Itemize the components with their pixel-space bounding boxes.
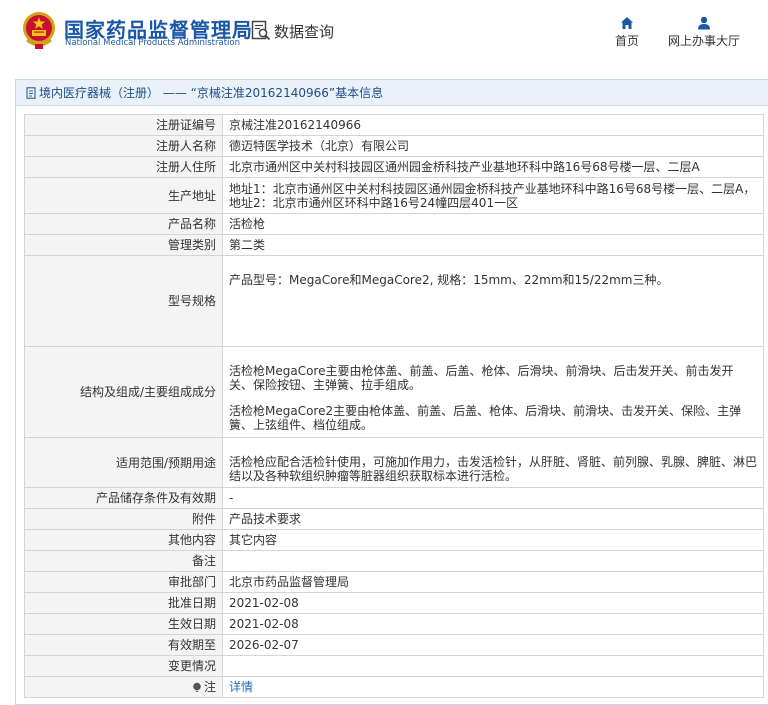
- table-row: 注册人住所 北京市通州区中关村科技园区通州园金桥科技产业基地环科中路16号68号…: [24, 156, 764, 178]
- breadcrumb: 境内医疗器械（注册） —— “京械注准20162140966”基本信息: [16, 80, 768, 106]
- field-value: 活检枪应配合活检针使用，可施加作用力，击发活检针，从肝脏、肾脏、前列腺、乳腺、脾…: [222, 437, 764, 488]
- table-row: 附件 产品技术要求: [24, 508, 764, 530]
- field-label: 审批部门: [24, 571, 223, 593]
- table-row: 有效期至 2026-02-07: [24, 634, 764, 656]
- field-label: 结构及组成/主要组成成分: [24, 346, 223, 438]
- field-value: 2021-02-08: [222, 613, 764, 635]
- field-label: 注册证编号: [24, 114, 223, 136]
- nav-home-label: 首页: [614, 34, 639, 48]
- structure-paragraph: 活检枪MegaCore2主要由枪体盖、前盖、后盖、枪体、后滑块、前滑块、击发开关…: [229, 404, 742, 432]
- table-row: 结构及组成/主要组成成分 活检枪MegaCore主要由枪体盖、前盖、后盖、枪体、…: [24, 346, 764, 438]
- field-label: 注册人住所: [24, 156, 223, 178]
- search-document-icon: [251, 20, 271, 41]
- field-label: 附件: [24, 508, 223, 530]
- field-label: 产品名称: [24, 213, 223, 235]
- table-row: 产品储存条件及有效期 -: [24, 487, 764, 509]
- field-label: 批准日期: [24, 592, 223, 614]
- field-label: 注: [24, 676, 223, 698]
- field-value: 第二类: [222, 234, 764, 256]
- field-label: 型号规格: [24, 255, 223, 347]
- table-row: 注 详情: [24, 676, 764, 698]
- field-value: -: [222, 487, 764, 509]
- table-row: 产品名称 活检枪: [24, 213, 764, 235]
- field-value: 京械注准20162140966: [222, 114, 764, 136]
- field-value: 北京市药品监督管理局: [222, 571, 764, 593]
- pin-icon: [193, 682, 201, 692]
- field-label: 注册人名称: [24, 135, 223, 157]
- table-row: 批准日期 2021-02-08: [24, 592, 764, 614]
- nav-online-hall[interactable]: 网上办事大厅: [664, 16, 744, 49]
- field-label: 有效期至: [24, 634, 223, 656]
- table-row: 注册证编号 京械注准20162140966: [24, 114, 764, 136]
- field-label: 管理类别: [24, 234, 223, 256]
- table-row: 注册人名称 德迈特医学技术（北京）有限公司: [24, 135, 764, 157]
- table-row: 型号规格 产品型号：MegaCore和MegaCore2, 规格：15mm、22…: [24, 255, 764, 347]
- table-row: 变更情况: [24, 655, 764, 677]
- field-value: 活检枪MegaCore主要由枪体盖、前盖、后盖、枪体、后滑块、前滑块、后击发开关…: [222, 346, 764, 438]
- data-query-link[interactable]: 数据查询: [251, 20, 334, 42]
- home-icon: [621, 17, 633, 29]
- field-label: 其他内容: [24, 529, 223, 551]
- field-value: [222, 655, 764, 677]
- breadcrumb-category[interactable]: 境内医疗器械（注册）: [39, 84, 159, 101]
- field-value: 地址1：北京市通州区中关村科技园区通州园金桥科技产业基地环科中路16号68号楼一…: [222, 177, 764, 214]
- field-label: 备注: [24, 550, 223, 572]
- field-value: [222, 550, 764, 572]
- field-value: 产品型号：MegaCore和MegaCore2, 规格：15mm、22mm和15…: [222, 255, 764, 347]
- site-subtitle: National Medical Products Administration: [65, 38, 240, 48]
- breadcrumb-title: “京械注准20162140966”基本信息: [190, 86, 384, 100]
- field-label: 生产地址: [24, 177, 223, 214]
- field-label: 适用范围/预期用途: [24, 437, 223, 488]
- field-value: 2026-02-07: [222, 634, 764, 656]
- national-emblem-icon: [23, 12, 55, 49]
- table-row: 审批部门 北京市药品监督管理局: [24, 571, 764, 593]
- table-row: 其他内容 其它内容: [24, 529, 764, 551]
- field-value: 德迈特医学技术（北京）有限公司: [222, 135, 764, 157]
- details-link[interactable]: 详情: [229, 680, 253, 694]
- document-icon: [26, 86, 36, 99]
- field-label: 产品储存条件及有效期: [24, 487, 223, 509]
- field-value: 产品技术要求: [222, 508, 764, 530]
- registration-info-table: 注册证编号 京械注准20162140966 注册人名称 德迈特医学技术（北京）有…: [24, 114, 764, 698]
- site-header: 国家药品监督管理局 National Medical Products Admi…: [0, 0, 768, 68]
- note-label: 注: [203, 680, 216, 694]
- data-query-label: 数据查询: [274, 22, 335, 41]
- nav-home[interactable]: 首页: [610, 16, 644, 49]
- field-value: 2021-02-08: [222, 592, 764, 614]
- field-label: 变更情况: [24, 655, 223, 677]
- user-icon: [698, 16, 710, 30]
- field-value: 详情: [222, 676, 764, 698]
- field-value: 活检枪: [222, 213, 764, 235]
- nav-online-hall-label: 网上办事大厅: [667, 34, 740, 48]
- table-row: 管理类别 第二类: [24, 234, 764, 256]
- table-row: 适用范围/预期用途 活检枪应配合活检针使用，可施加作用力，击发活检针，从肝脏、肾…: [24, 437, 764, 488]
- table-row: 生产地址 地址1：北京市通州区中关村科技园区通州园金桥科技产业基地环科中路16号…: [24, 177, 764, 214]
- field-value: 北京市通州区中关村科技园区通州园金桥科技产业基地环科中路16号68号楼一层、二层…: [222, 156, 764, 178]
- field-label: 生效日期: [24, 613, 223, 635]
- table-row: 生效日期 2021-02-08: [24, 613, 764, 635]
- detail-panel: 境内医疗器械（注册） —— “京械注准20162140966”基本信息 注册证编…: [15, 79, 768, 705]
- table-row: 备注: [24, 550, 764, 572]
- structure-paragraph: 活检枪MegaCore主要由枪体盖、前盖、后盖、枪体、后滑块、前滑块、后击发开关…: [229, 364, 734, 392]
- field-value: 其它内容: [222, 529, 764, 551]
- breadcrumb-separator: ——: [162, 85, 187, 100]
